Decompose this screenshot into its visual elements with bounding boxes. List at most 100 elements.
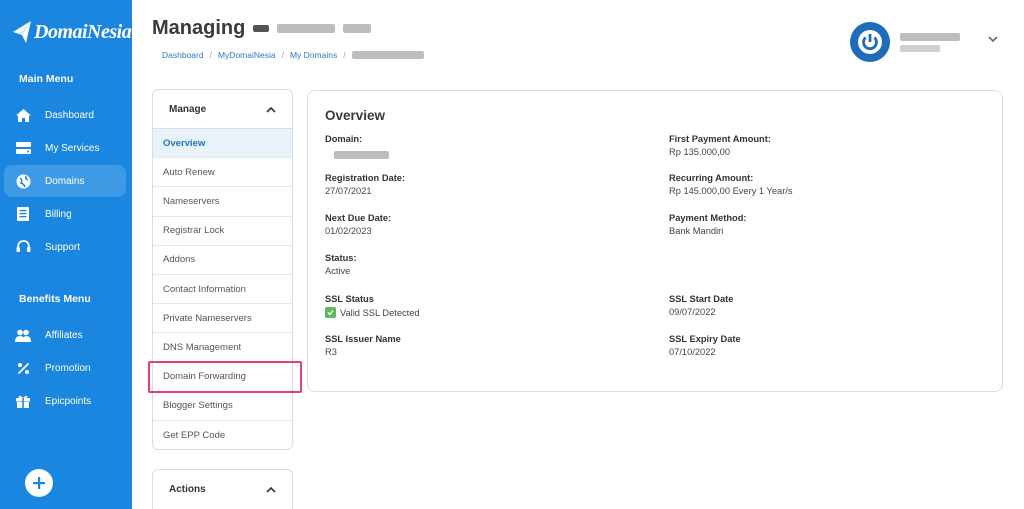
ssl-status-field: SSL Status Valid SSL Detected [325, 294, 420, 318]
manage-item-contact-information[interactable]: Contact Information [153, 275, 292, 305]
recurring-amount-label: Recurring Amount: [669, 173, 754, 183]
power-icon [858, 30, 882, 54]
sidebar-item-label: Promotion [45, 362, 91, 374]
ssl-start-date-value: 09/07/2022 [669, 307, 716, 317]
manage-header[interactable]: Manage [153, 90, 292, 129]
redacted-domain-part [343, 24, 372, 33]
users-icon [15, 327, 31, 343]
breadcrumb-separator: / [281, 50, 284, 60]
manage-title: Manage [169, 103, 207, 115]
sidebar-item-label: Dashboard [45, 109, 94, 121]
manage-item-addons[interactable]: Addons [153, 246, 292, 275]
ssl-status-value: Valid SSL Detected [340, 307, 420, 318]
registration-date-value: 27/07/2021 [325, 186, 372, 196]
benefits-menu-title: Benefits Menu [19, 293, 91, 305]
brand-logo[interactable]: DomaiNesia [12, 18, 132, 46]
registration-date-label: Registration Date: [325, 173, 406, 183]
sidebar-item-my-services[interactable]: My Services [4, 132, 126, 164]
percent-icon [15, 360, 31, 376]
first-payment-value: Rp 135.000,00 [669, 147, 730, 157]
manage-item-blogger-settings[interactable]: Blogger Settings [153, 392, 292, 421]
ssl-start-date-label: SSL Start Date [669, 294, 734, 304]
actions-panel: Actions [152, 469, 293, 509]
first-payment-field: First Payment Amount: Rp 135.000,00 [669, 134, 771, 157]
ssl-issuer-field: SSL Issuer Name R3 [325, 334, 401, 357]
manage-panel: Manage Overview Auto Renew Nameservers R… [152, 89, 293, 450]
sidebar-item-affiliates[interactable]: Affiliates [4, 319, 126, 351]
breadcrumb-my-domains[interactable]: My Domains [290, 50, 337, 60]
add-button[interactable] [25, 469, 53, 497]
redacted-domain-part [277, 24, 336, 33]
gift-icon [15, 393, 31, 409]
first-payment-label: First Payment Amount: [669, 134, 771, 144]
recurring-amount-field: Recurring Amount: Rp 145.000,00 Every 1 … [669, 173, 793, 196]
sidebar-item-label: My Services [45, 142, 100, 154]
ssl-expiry-date-field: SSL Expiry Date 07/10/2022 [669, 334, 741, 357]
domain-field: Domain: [325, 134, 389, 159]
chevron-up-icon [266, 486, 276, 493]
breadcrumb-separator: / [343, 50, 346, 60]
breadcrumb-separator: / [209, 50, 212, 60]
status-field: Status: Active [325, 253, 357, 276]
sidebar-item-label: Affiliates [45, 329, 83, 341]
manage-item-auto-renew[interactable]: Auto Renew [153, 158, 292, 188]
overview-title: Overview [325, 108, 386, 123]
manage-item-private-nameservers[interactable]: Private Nameservers [153, 304, 292, 334]
manage-item-overview[interactable]: Overview [153, 129, 292, 159]
plus-icon [33, 477, 45, 489]
ssl-lock-icon [325, 307, 336, 318]
chevron-up-icon [266, 106, 276, 113]
sidebar-item-label: Support [45, 241, 81, 253]
page-title: Managing [152, 17, 372, 40]
recurring-amount-value: Rp 145.000,00 Every 1 Year/s [669, 186, 793, 196]
manage-item-dns-management[interactable]: DNS Management [153, 333, 292, 363]
sidebar-item-label: Epicpoints [45, 395, 92, 407]
server-icon [15, 140, 31, 156]
invoice-icon [15, 206, 31, 222]
manage-item-domain-forwarding[interactable]: Domain Forwarding [153, 363, 292, 392]
page-title-text: Managing [152, 17, 246, 39]
brand-name: DomaiNesia [34, 20, 132, 43]
redacted-domain-part [253, 25, 270, 32]
avatar[interactable] [850, 22, 890, 62]
sidebar-item-domains[interactable]: Domains [4, 165, 126, 197]
status-value: Active [325, 266, 351, 276]
redacted-breadcrumb-domain [351, 51, 424, 59]
redacted-domain-value [334, 151, 389, 159]
next-due-date-label: Next Due Date: [325, 213, 392, 223]
manage-item-nameservers[interactable]: Nameservers [153, 187, 292, 217]
ssl-expiry-date-value: 07/10/2022 [669, 347, 716, 357]
user-menu[interactable] [850, 22, 960, 62]
payment-method-label: Payment Method: [669, 213, 747, 223]
paper-plane-icon [13, 21, 31, 43]
domain-label: Domain: [325, 134, 363, 144]
actions-header[interactable]: Actions [153, 470, 292, 509]
ssl-start-date-field: SSL Start Date 09/07/2022 [669, 294, 733, 317]
ssl-issuer-value: R3 [325, 347, 337, 357]
manage-item-registrar-lock[interactable]: Registrar Lock [153, 217, 292, 246]
sidebar-item-support[interactable]: Support [4, 231, 126, 263]
ssl-issuer-label: SSL Issuer Name [325, 334, 401, 344]
globe-icon [15, 173, 31, 189]
next-due-date-value: 01/02/2023 [325, 226, 372, 236]
ssl-status-label: SSL Status [325, 294, 374, 304]
sidebar-item-dashboard[interactable]: Dashboard [4, 99, 126, 131]
breadcrumb-mydomainesia[interactable]: MyDomaiNesia [218, 50, 276, 60]
breadcrumb: Dashboard / MyDomaiNesia / My Domains / [152, 46, 424, 64]
sidebar-item-label: Billing [45, 208, 72, 220]
chevron-down-icon[interactable] [988, 36, 998, 43]
ssl-expiry-date-label: SSL Expiry Date [669, 334, 741, 344]
next-due-date-field: Next Due Date: 01/02/2023 [325, 213, 391, 236]
actions-title: Actions [169, 484, 206, 495]
payment-method-field: Payment Method: Bank Mandiri [669, 213, 746, 236]
breadcrumb-dashboard[interactable]: Dashboard [162, 50, 204, 60]
sidebar: DomaiNesia Main Menu Dashboard My Servic… [0, 0, 132, 509]
manage-item-get-epp-code[interactable]: Get EPP Code [153, 421, 292, 449]
main-menu-title: Main Menu [19, 73, 74, 85]
sidebar-item-billing[interactable]: Billing [4, 198, 126, 230]
overview-panel: Overview Domain: Registration Date: 27/0… [307, 90, 1003, 392]
payment-method-value: Bank Mandiri [669, 226, 724, 236]
sidebar-item-epicpoints[interactable]: Epicpoints [4, 385, 126, 417]
status-label: Status: [325, 253, 357, 263]
sidebar-item-promotion[interactable]: Promotion [4, 352, 126, 384]
